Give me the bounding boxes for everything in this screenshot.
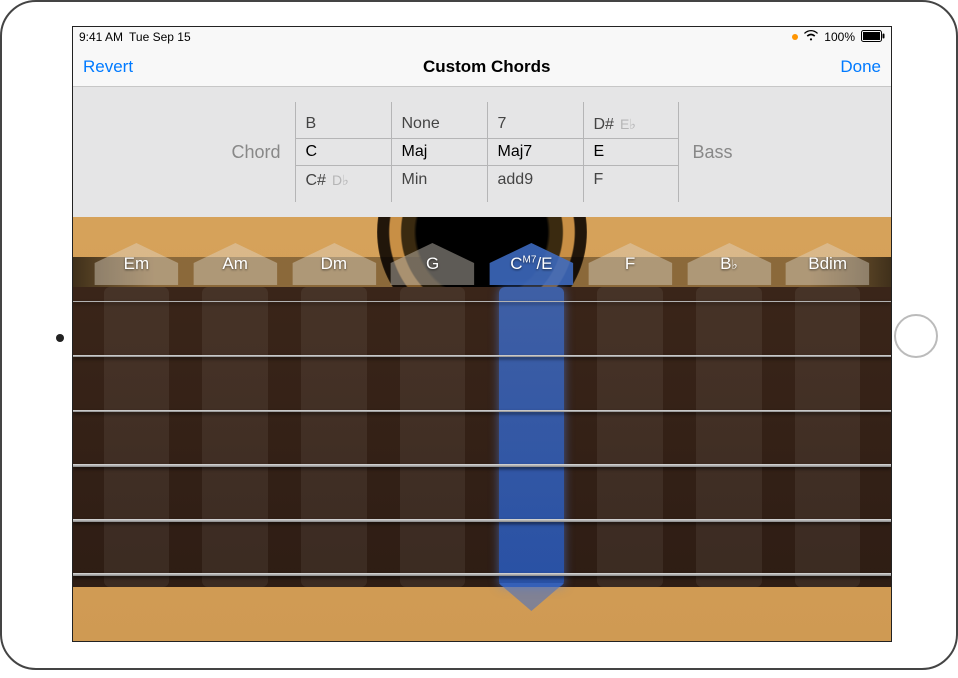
picker-column-0[interactable]: BCC#D♭: [295, 102, 391, 202]
picker-option: C#D♭: [306, 166, 391, 194]
wifi-icon: [804, 30, 818, 44]
bass-label: Bass: [679, 142, 747, 163]
recording-indicator-icon: [792, 34, 798, 40]
chord-tab-CM7E[interactable]: CM7/E: [486, 243, 577, 285]
battery-icon: [861, 30, 885, 45]
picker-option: 7: [498, 110, 583, 138]
picker-option: D#E♭: [594, 110, 678, 138]
chord-tab-F[interactable]: F: [585, 243, 676, 285]
revert-button[interactable]: Revert: [83, 57, 133, 77]
chord-tab-B[interactable]: B♭: [684, 243, 775, 285]
nav-title: Custom Chords: [423, 57, 551, 77]
picker-option: E: [594, 138, 678, 166]
done-button[interactable]: Done: [840, 57, 881, 77]
picker-option: Maj: [402, 138, 487, 166]
strum-column-1[interactable]: [190, 287, 281, 587]
nav-bar: Revert Custom Chords Done: [73, 47, 891, 87]
picker-option: Min: [402, 166, 487, 194]
strum-column-3[interactable]: [387, 287, 478, 587]
status-bar: 9:41 AM Tue Sep 15 100%: [73, 27, 891, 47]
guitar-area: EmAmDmGCM7/EFB♭Bdim: [73, 217, 891, 642]
picker-option: add9: [498, 166, 583, 194]
chord-tab-Bdim[interactable]: Bdim: [782, 243, 873, 285]
strum-column-6[interactable]: [684, 287, 775, 587]
picker-option: F: [594, 166, 678, 194]
strum-column-4[interactable]: [486, 287, 577, 587]
screen: 9:41 AM Tue Sep 15 100% Revert Custom Ch…: [72, 26, 892, 642]
fretboard: [73, 287, 891, 587]
chord-strip-row: EmAmDmGCM7/EFB♭Bdim: [91, 243, 873, 285]
status-date: Tue Sep 15: [129, 30, 191, 44]
picker-option: C: [306, 138, 391, 166]
chord-label: Chord: [217, 142, 294, 163]
strum-column-5[interactable]: [585, 287, 676, 587]
picker-column-3[interactable]: D#E♭EF: [583, 102, 679, 202]
strum-column-2[interactable]: [289, 287, 380, 587]
picker-option: B: [306, 110, 391, 138]
status-time: 9:41 AM: [79, 30, 123, 44]
picker-option: None: [402, 110, 487, 138]
chord-tab-Am[interactable]: Am: [190, 243, 281, 285]
battery-percent: 100%: [824, 30, 855, 44]
picker-column-2[interactable]: 7Maj7add9: [487, 102, 583, 202]
home-button[interactable]: [894, 314, 938, 358]
front-camera: [56, 334, 64, 342]
picker-option: Maj7: [498, 138, 583, 166]
ipad-frame: 9:41 AM Tue Sep 15 100% Revert Custom Ch…: [0, 0, 958, 670]
strum-column-0[interactable]: [91, 287, 182, 587]
chord-picker: Chord BCC#D♭NoneMajMin7Maj7add9D#E♭EF Ba…: [73, 87, 891, 217]
chord-tab-Dm[interactable]: Dm: [289, 243, 380, 285]
picker-column-1[interactable]: NoneMajMin: [391, 102, 487, 202]
chord-tab-Em[interactable]: Em: [91, 243, 182, 285]
chord-tab-G[interactable]: G: [387, 243, 478, 285]
strum-column-7[interactable]: [782, 287, 873, 587]
